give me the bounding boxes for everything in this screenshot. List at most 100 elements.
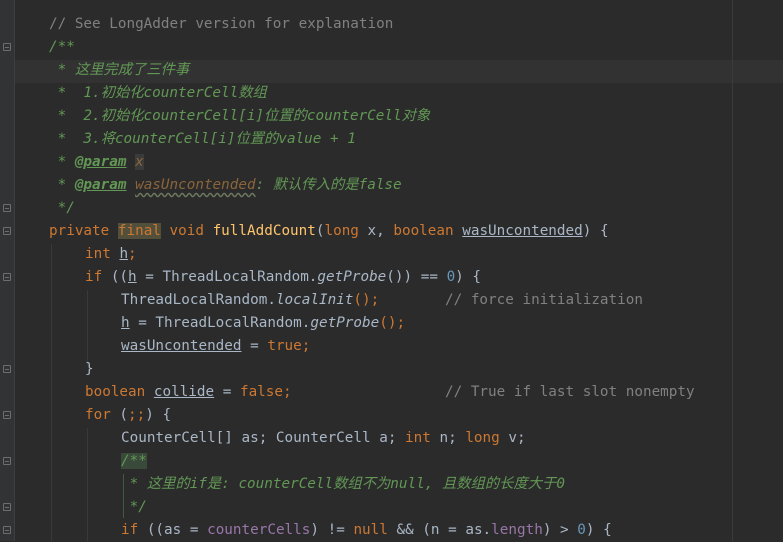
code-text: ((	[102, 269, 129, 285]
code-line[interactable]: boolean collide = false;	[85, 381, 292, 404]
keyword: true	[267, 338, 302, 354]
keyword: boolean	[393, 223, 454, 239]
code-line[interactable]: for (;;) {	[85, 404, 171, 427]
fold-icon[interactable]	[3, 411, 11, 419]
fold-icon[interactable]	[3, 526, 11, 534]
keyword: private	[49, 223, 110, 239]
semicolon: ;	[301, 338, 311, 354]
fold-icon[interactable]	[3, 503, 11, 511]
number: 0	[446, 269, 456, 285]
indent-guide	[87, 290, 88, 365]
code-text: ) >	[542, 522, 578, 538]
keyword: for	[85, 407, 111, 423]
code-line[interactable]: if ((h = ThreadLocalRandom.getProbe()) =…	[85, 266, 481, 289]
fold-icon[interactable]	[3, 273, 11, 281]
code-line[interactable]: CounterCell[] as; CounterCell a; int n; …	[121, 427, 526, 450]
doc-comment-text: * 这里完成了三件事	[49, 62, 190, 78]
semicolon: ;	[128, 246, 137, 262]
code-line[interactable]: private final void fullAddCount(long x, …	[49, 220, 609, 243]
fold-icon[interactable]	[3, 365, 11, 373]
param-name: x	[135, 154, 144, 170]
keyword: int	[85, 246, 111, 262]
variable[interactable]: wasUncontended	[121, 338, 242, 354]
code-text: ) !=	[310, 522, 354, 538]
variable[interactable]: h	[119, 246, 128, 262]
right-margin-guide	[732, 0, 733, 541]
parameter[interactable]: wasUncontended	[462, 223, 583, 239]
code-text: ) {	[582, 223, 609, 239]
code-line[interactable]: * 2.初始化counterCell[i]位置的counterCell对象	[49, 105, 431, 128]
code-text: v;	[499, 430, 526, 446]
code-line[interactable]: * 这里完成了三件事	[49, 59, 190, 82]
code-line: // True if last slot nonempty	[445, 381, 695, 404]
method-name[interactable]: fullAddCount	[213, 223, 316, 239]
doc-star: *	[49, 177, 75, 193]
variable[interactable]: h	[121, 315, 130, 331]
indent-guide	[87, 428, 88, 541]
field[interactable]: length	[491, 522, 543, 538]
keyword: boolean	[85, 384, 146, 400]
keyword: if	[121, 522, 139, 538]
keyword: long	[324, 223, 359, 239]
code-line[interactable]: /**	[49, 36, 75, 59]
code-text: n;	[430, 430, 466, 446]
param-name: wasUncontended	[135, 177, 256, 193]
code-text: && (n = as.	[387, 522, 492, 538]
fold-icon[interactable]	[3, 227, 11, 235]
code-line[interactable]: * 这里的if是: counterCell数组不为null, 且数组的长度大于0	[121, 473, 565, 496]
code-line: // force initialization	[445, 289, 643, 312]
keyword: int	[405, 430, 431, 446]
code-line[interactable]: // See LongAdder version for explanation	[49, 13, 393, 36]
code-text: ) {	[145, 407, 172, 423]
code-line[interactable]: wasUncontended = true;	[121, 335, 310, 358]
keyword: final	[117, 223, 161, 239]
closing-brace: }	[85, 361, 94, 377]
code-line[interactable]: if ((as = counterCells) != null && (n = …	[121, 519, 612, 542]
field[interactable]: counterCells	[207, 522, 310, 538]
code-line[interactable]: }	[85, 358, 94, 381]
doc-comment-text: * 这里的if是: counterCell数组不为null, 且数组的长度大于0	[121, 476, 565, 492]
fold-icon[interactable]	[3, 204, 11, 212]
fold-icon[interactable]	[3, 43, 11, 51]
semicolon: ;	[283, 384, 292, 400]
method-call[interactable]: getProbe	[317, 269, 386, 285]
variable[interactable]: collide	[154, 384, 214, 400]
code-text: ((as =	[138, 522, 208, 538]
param-tag: @param	[74, 177, 127, 193]
code-text: x,	[358, 223, 394, 239]
code-line[interactable]: * 1.初始化counterCell数组	[49, 82, 267, 105]
code-text: ();	[379, 315, 406, 331]
code-line[interactable]: * 3.将counterCell[i]位置的value + 1	[49, 128, 356, 151]
code-text: CounterCell[] as; CounterCell a;	[121, 430, 406, 446]
doc-comment-open: /**	[49, 39, 75, 55]
line-comment: // force initialization	[445, 292, 643, 308]
method-call[interactable]: localInit	[276, 292, 353, 308]
code-text: = ThreadLocalRandom.	[136, 269, 318, 285]
code-line[interactable]: ThreadLocalRandom.localInit();	[121, 289, 379, 312]
doc-comment-close: */	[121, 499, 147, 515]
code-line[interactable]: */	[49, 197, 75, 220]
doc-comment-text: * 3.将counterCell[i]位置的value + 1	[49, 131, 356, 147]
code-text: ()) ==	[386, 269, 447, 285]
doc-comment-text: * 1.初始化counterCell数组	[49, 85, 267, 101]
line-comment: // See LongAdder version for explanation	[49, 16, 394, 32]
keyword: null	[353, 522, 388, 538]
code-line[interactable]: h = ThreadLocalRandom.getProbe();	[121, 312, 405, 335]
variable[interactable]: h	[128, 269, 137, 285]
code-text: (	[110, 407, 129, 423]
method-call[interactable]: getProbe	[310, 315, 379, 331]
code-text: ) {	[455, 269, 481, 285]
code-line[interactable]: * @param wasUncontended: 默认传入的是false	[49, 174, 402, 197]
param-description: : 默认传入的是false	[255, 177, 402, 193]
number: 0	[577, 522, 586, 538]
code-text: ();	[353, 292, 380, 308]
code-line[interactable]: * @param x	[49, 151, 144, 174]
keyword: long	[465, 430, 500, 446]
param-tag: @param	[74, 154, 127, 170]
code-line[interactable]: */	[121, 496, 147, 519]
keyword: if	[85, 269, 103, 285]
code-line[interactable]: int h;	[85, 243, 137, 266]
code-text: =	[214, 384, 240, 400]
fold-icon[interactable]	[3, 457, 11, 465]
code-line[interactable]: /**	[121, 450, 147, 473]
